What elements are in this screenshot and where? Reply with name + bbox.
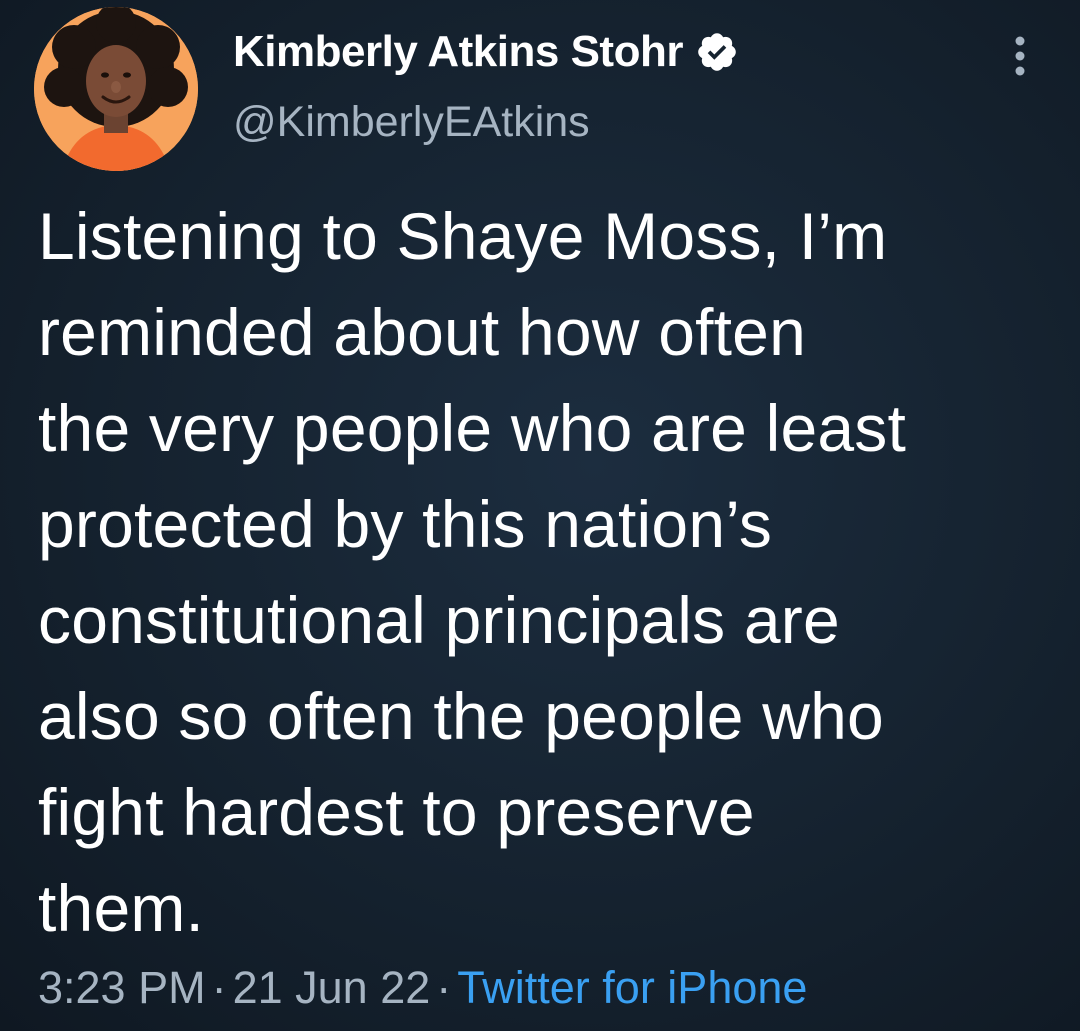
tweet-text-line: fight hardest to preserve bbox=[38, 775, 755, 849]
tweet-text-line: Listening to Shaye Moss, I’m bbox=[38, 199, 888, 273]
tweet-text-line: also so often the people who bbox=[38, 679, 884, 753]
author-name-row[interactable]: Kimberly Atkins Stohr bbox=[233, 24, 739, 80]
tweet-time[interactable]: 3:23 PM bbox=[38, 962, 206, 1013]
tweet-text-line: constitutional principals are bbox=[38, 583, 840, 657]
more-options-icon[interactable] bbox=[1003, 34, 1037, 78]
tweet: Kimberly Atkins Stohr @KimberlyEAtkins L… bbox=[0, 0, 1080, 1031]
tweet-text-line: reminded about how often bbox=[38, 295, 806, 369]
tweet-source-link[interactable]: Twitter for iPhone bbox=[457, 962, 807, 1013]
author-handle[interactable]: @KimberlyEAtkins bbox=[233, 98, 590, 147]
display-name[interactable]: Kimberly Atkins Stohr bbox=[233, 27, 683, 77]
tweet-metadata: 3:23 PM · 21 Jun 22 · Twitter for iPhone bbox=[38, 962, 807, 1014]
meta-separator: · bbox=[436, 962, 452, 1013]
avatar-illustration bbox=[34, 7, 198, 171]
tweet-text-line: the very people who are least bbox=[38, 391, 906, 465]
tweet-text: Listening to Shaye Moss, I’m reminded ab… bbox=[38, 188, 1058, 956]
avatar[interactable] bbox=[34, 7, 198, 171]
tweet-text-line: protected by this nation’s bbox=[38, 487, 773, 561]
tweet-date[interactable]: 21 Jun 22 bbox=[233, 962, 431, 1013]
verified-badge-icon bbox=[698, 33, 736, 71]
tweet-text-line: them. bbox=[38, 871, 205, 945]
meta-separator: · bbox=[211, 962, 227, 1013]
